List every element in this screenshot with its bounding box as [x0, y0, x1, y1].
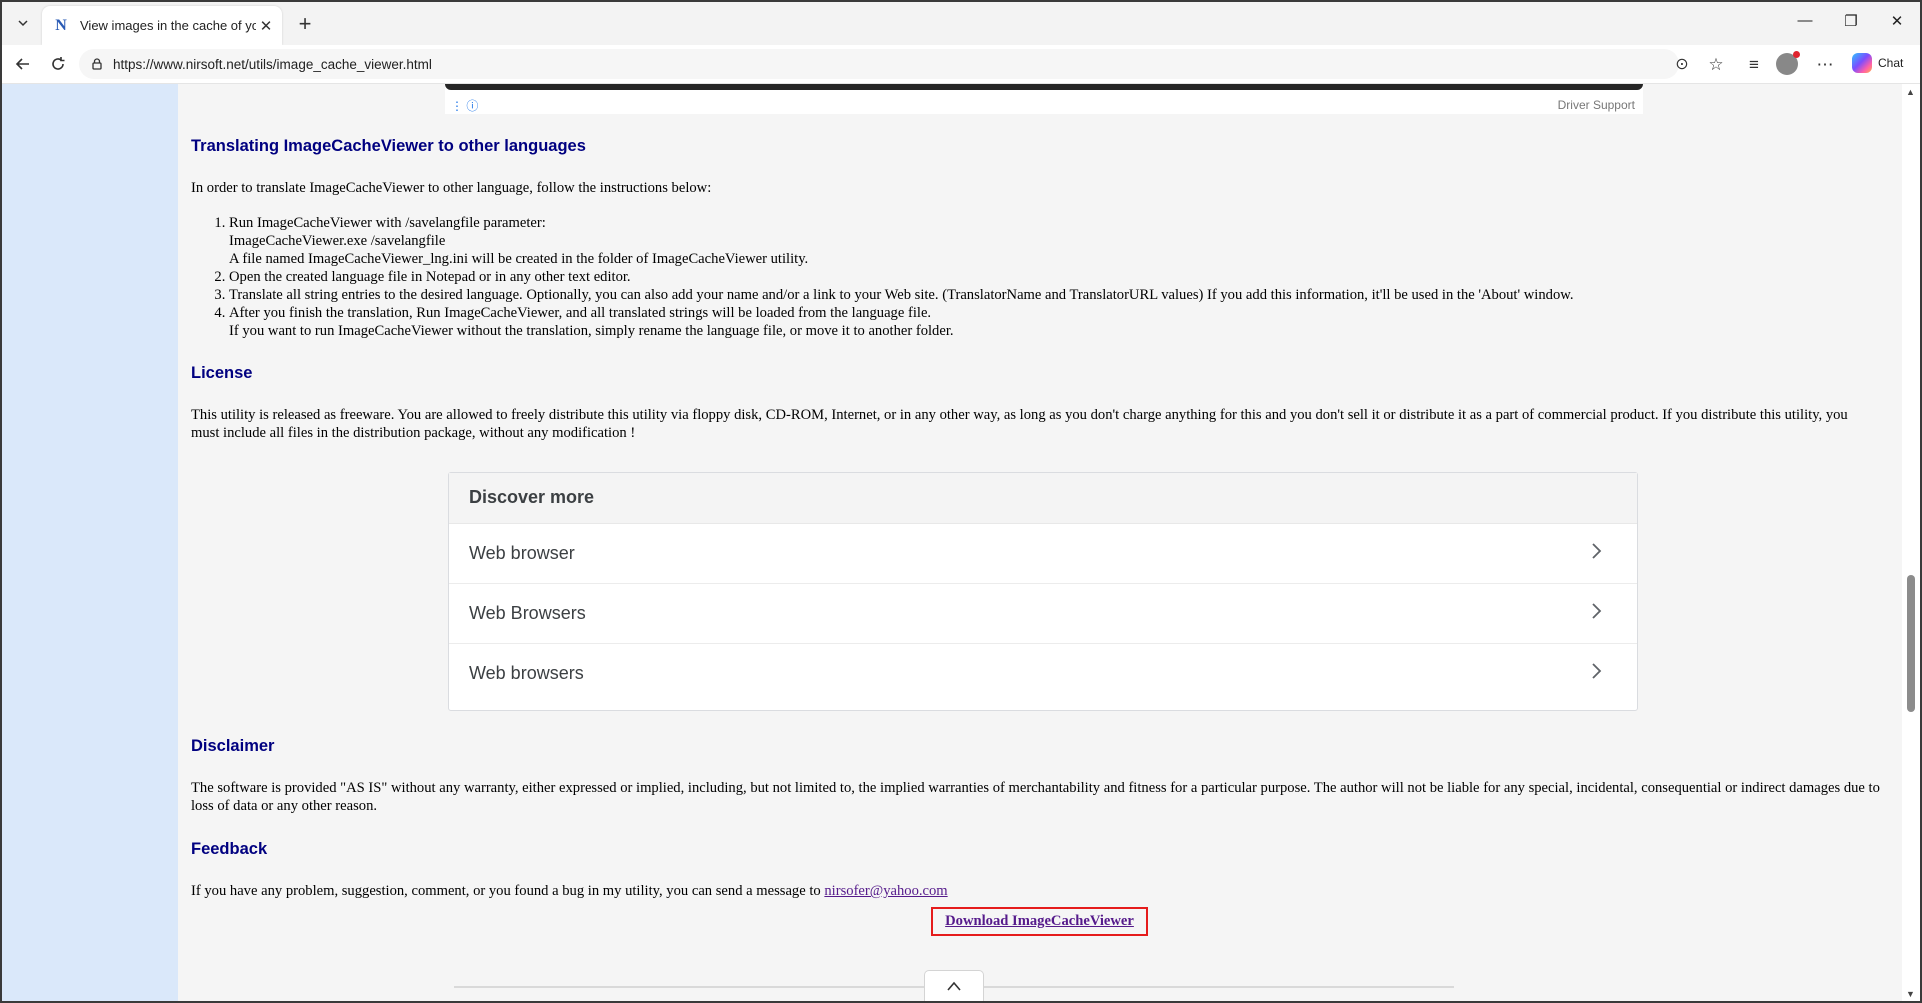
- more-vertical-icon[interactable]: ⋮ ⓘ: [451, 97, 478, 114]
- copilot-chat-button[interactable]: Chat: [1852, 53, 1903, 73]
- translating-intro: In order to translate ImageCacheViewer t…: [191, 180, 712, 196]
- scrollbar-thumb[interactable]: [1907, 575, 1915, 712]
- discover-item-label: Web Browsers: [469, 603, 586, 623]
- discover-item[interactable]: Web browser: [449, 524, 1637, 584]
- heading-translating: Translating ImageCacheViewer to other la…: [191, 137, 586, 155]
- notification-dot: [1793, 51, 1800, 58]
- feedback-text: If you have any problem, suggestion, com…: [191, 882, 948, 900]
- vertical-scrollbar[interactable]: ▲ ▼: [1902, 84, 1920, 1001]
- restore-icon[interactable]: ❐: [1836, 12, 1866, 30]
- close-icon[interactable]: ✕: [1882, 12, 1912, 30]
- chevron-right-icon: [1592, 543, 1602, 559]
- tab-strip: N View images in the cache of your Web b…: [0, 0, 1922, 45]
- browser-tab[interactable]: N View images in the cache of your Web b…: [42, 6, 282, 45]
- favorites-list-icon[interactable]: ≡: [1741, 55, 1767, 75]
- read-aloud-icon[interactable]: ⊙: [1671, 54, 1693, 74]
- download-highlight-box: Download ImageCacheViewer: [931, 907, 1148, 936]
- chevron-up-icon: [947, 981, 961, 991]
- heading-disclaimer: Disclaimer: [191, 737, 275, 755]
- scroll-down-arrow-icon[interactable]: ▼: [1906, 989, 1915, 999]
- translation-steps: Run ImageCacheViewer with /savelangfile …: [189, 214, 1574, 340]
- chat-label: Chat: [1878, 56, 1904, 70]
- ad-banner-edge: [445, 84, 1643, 90]
- translation-step: Run ImageCacheViewer with /savelangfile …: [229, 214, 1574, 268]
- left-sidebar-column: [2, 84, 178, 1001]
- discover-more-panel: Discover more Web browser Web Browsers W…: [448, 472, 1638, 711]
- ad-collapse-toggle[interactable]: [924, 970, 984, 1001]
- translation-step: Open the created language file in Notepa…: [229, 268, 1574, 286]
- translation-step: After you finish the translation, Run Im…: [229, 304, 1574, 340]
- address-bar[interactable]: https://www.nirsoft.net/utils/image_cach…: [79, 49, 1689, 79]
- license-text: This utility is released as freeware. Yo…: [191, 407, 1848, 441]
- disclaimer-text: The software is provided "AS IS" without…: [191, 780, 1880, 814]
- scroll-up-arrow-icon[interactable]: ▲: [1906, 87, 1915, 97]
- discover-item[interactable]: Web browsers: [449, 644, 1637, 703]
- feedback-message: If you have any problem, suggestion, com…: [191, 883, 821, 899]
- nirsoft-favicon-icon: N: [55, 16, 67, 34]
- lock-icon[interactable]: [89, 56, 105, 72]
- email-link[interactable]: nirsofer@yahoo.com: [824, 883, 947, 899]
- download-link[interactable]: Download ImageCacheViewer: [945, 913, 1134, 930]
- heading-feedback: Feedback: [191, 840, 268, 858]
- back-arrow-icon[interactable]: [10, 52, 36, 76]
- chevron-right-icon: [1592, 603, 1602, 619]
- minimize-icon[interactable]: —: [1790, 12, 1820, 29]
- discover-more-title: Discover more: [469, 487, 595, 507]
- discover-item-label: Web browser: [469, 543, 575, 563]
- copilot-icon: [1852, 53, 1872, 73]
- chevron-down-icon[interactable]: [10, 10, 36, 36]
- more-icon[interactable]: ⋯: [1812, 55, 1838, 75]
- url-text: https://www.nirsoft.net/utils/image_cach…: [113, 56, 432, 72]
- ad-banner-top[interactable]: ⋮ ⓘ Driver Support: [445, 84, 1643, 114]
- discover-item-label: Web browsers: [469, 663, 584, 683]
- discover-more-header: Discover more: [449, 473, 1637, 524]
- page-viewport: ⋮ ⓘ Driver Support Translating ImageCach…: [2, 84, 1902, 1001]
- heading-license: License: [191, 364, 253, 382]
- close-icon[interactable]: ✕: [256, 17, 276, 35]
- browser-toolbar: https://www.nirsoft.net/utils/image_cach…: [0, 45, 1922, 84]
- plus-icon[interactable]: +: [292, 11, 318, 37]
- discover-item[interactable]: Web Browsers: [449, 584, 1637, 644]
- reload-icon[interactable]: [45, 52, 71, 76]
- chevron-right-icon: [1592, 663, 1602, 679]
- translation-step: Translate all string entries to the desi…: [229, 286, 1574, 304]
- ad-label: Driver Support: [1557, 98, 1635, 112]
- tab-title: View images in the cache of your Web bro…: [80, 18, 256, 33]
- star-icon[interactable]: ☆: [1703, 55, 1729, 75]
